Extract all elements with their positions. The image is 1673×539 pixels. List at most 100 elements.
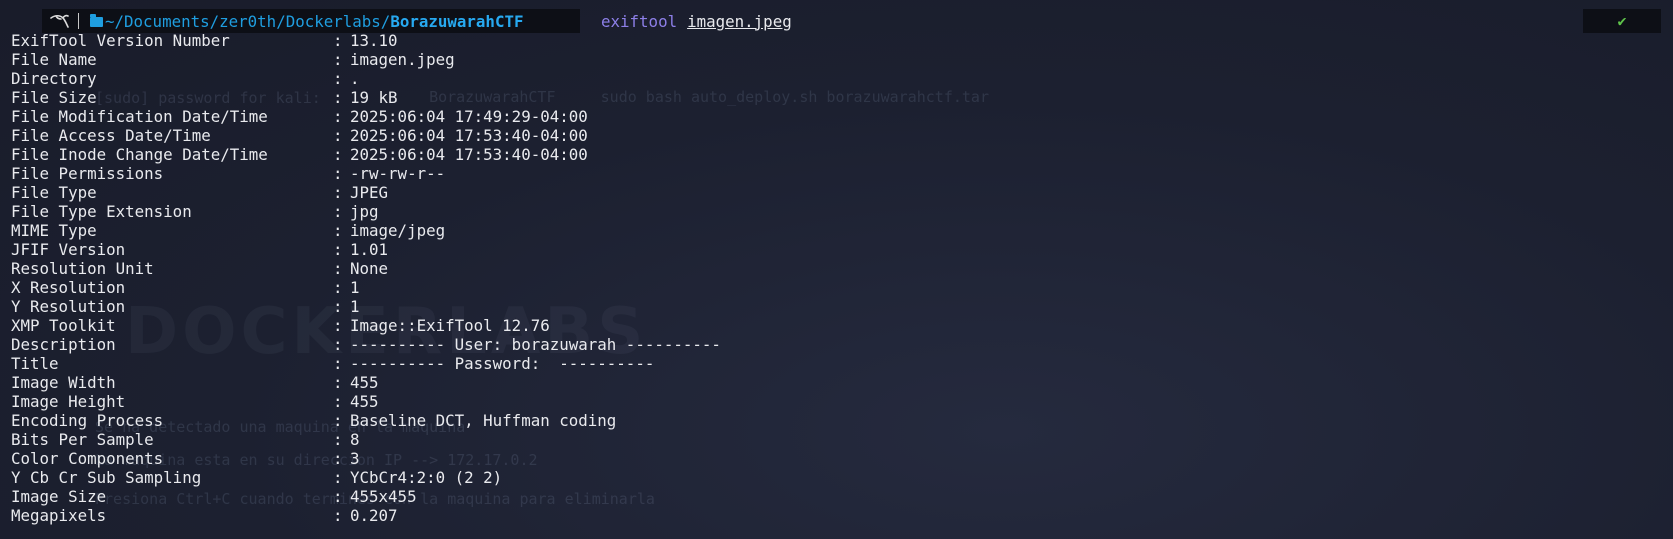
- command-name: exiftool: [601, 11, 678, 31]
- output-key: Y Cb Cr Sub Sampling: [11, 468, 202, 487]
- output-colon: :: [333, 316, 343, 335]
- output-row: Description: ---------- User: borazuwarah…: [11, 335, 721, 354]
- output-key: Image Size: [11, 487, 107, 506]
- output-colon: :: [333, 183, 343, 202]
- output-key: File Access Date/Time: [11, 126, 211, 145]
- command-line[interactable]: exiftool imagen.jpeg: [601, 9, 792, 33]
- output-row: File Size:19 kB: [11, 88, 721, 107]
- exit-status-segment: ✔: [1583, 9, 1661, 33]
- output-key: Resolution Unit: [11, 259, 154, 278]
- output-value: 1.01: [350, 240, 389, 259]
- output-key: Description: [11, 335, 116, 354]
- output-value: JPEG: [350, 183, 389, 202]
- output-row: File Modification Date/Time:2025:06:04 1…: [11, 107, 721, 126]
- command-argument[interactable]: imagen.jpeg: [687, 12, 792, 31]
- output-colon: :: [333, 487, 343, 506]
- output-colon: :: [333, 468, 343, 487]
- output-colon: :: [333, 69, 343, 88]
- output-colon: :: [333, 335, 343, 354]
- output-key: ExifTool Version Number: [11, 31, 230, 50]
- output-value: 13.10: [350, 31, 398, 50]
- output-value: image/jpeg: [350, 221, 446, 240]
- output-colon: :: [333, 297, 343, 316]
- output-value: ---------- Password: ----------: [350, 354, 655, 373]
- path-basename: BorazuwarahCTF: [390, 11, 524, 31]
- output-key: XMP Toolkit: [11, 316, 116, 335]
- output-colon: :: [333, 107, 343, 126]
- check-icon: ✔: [1617, 12, 1627, 30]
- output-key: Image Height: [11, 392, 126, 411]
- output-row: Megapixels:0.207: [11, 506, 721, 525]
- output-value: 455: [350, 392, 379, 411]
- output-key: Image Width: [11, 373, 116, 392]
- output-row: File Inode Change Date/Time:2025:06:04 1…: [11, 145, 721, 164]
- output-colon: :: [333, 240, 343, 259]
- output-key: File Type: [11, 183, 97, 202]
- output-key: Megapixels: [11, 506, 107, 525]
- output-colon: :: [333, 145, 343, 164]
- output-row: Image Height:455: [11, 392, 721, 411]
- output-row: ExifTool Version Number:13.10: [11, 31, 721, 50]
- output-colon: :: [333, 202, 343, 221]
- output-value: None: [350, 259, 389, 278]
- output-value: 1: [350, 278, 360, 297]
- output-key: File Modification Date/Time: [11, 107, 268, 126]
- output-value: Image::ExifTool 12.76: [350, 316, 550, 335]
- output-colon: :: [333, 449, 343, 468]
- output-key: Y Resolution: [11, 297, 126, 316]
- folder-open-icon: [90, 14, 103, 27]
- output-row: Bits Per Sample:8: [11, 430, 721, 449]
- output-value: 1: [350, 297, 360, 316]
- output-colon: :: [333, 259, 343, 278]
- output-row: MIME Type: image/jpeg: [11, 221, 721, 240]
- output-row: X Resolution:1: [11, 278, 721, 297]
- output-value: 455x455: [350, 487, 417, 506]
- output-colon: :: [333, 373, 343, 392]
- output-row: File Name: imagen.jpeg: [11, 50, 721, 69]
- output-key: Color Components: [11, 449, 164, 468]
- output-row: Encoding Process: Baseline DCT, Huffman c…: [11, 411, 721, 430]
- exiftool-output: ExifTool Version Number:13.10 File Name: i…: [11, 31, 721, 525]
- output-row: Y Cb Cr Sub Sampling: YCbCr4:2:0 (2 2): [11, 468, 721, 487]
- output-key: X Resolution: [11, 278, 126, 297]
- output-key: Bits Per Sample: [11, 430, 154, 449]
- output-row: Color Components:3: [11, 449, 721, 468]
- segment-separator: [78, 13, 79, 29]
- path-directory: ~/Documents/zer0th/Dockerlabs/: [105, 11, 391, 31]
- output-key: Directory: [11, 69, 97, 88]
- output-row: Directory:.: [11, 69, 721, 88]
- output-key: JFIF Version: [11, 240, 126, 259]
- output-colon: :: [333, 506, 343, 525]
- output-value: jpg: [350, 202, 379, 221]
- output-key: Encoding Process: [11, 411, 164, 430]
- output-value: 455: [350, 373, 379, 392]
- output-key: File Permissions: [11, 164, 164, 183]
- output-colon: :: [333, 164, 343, 183]
- output-row: File Type: JPEG: [11, 183, 721, 202]
- terminal-window: { "prompt": { "os_icon": "kali-dragon-ic…: [0, 0, 1673, 539]
- output-value: imagen.jpeg: [350, 50, 455, 69]
- output-key: File Inode Change Date/Time: [11, 145, 268, 164]
- output-key: Title: [11, 354, 59, 373]
- output-row: File Access Date/Time:2025:06:04 17:53:4…: [11, 126, 721, 145]
- output-colon: :: [333, 278, 343, 297]
- output-colon: :: [333, 411, 343, 430]
- output-value: YCbCr4:2:0 (2 2): [350, 468, 503, 487]
- output-value: 2025:06:04 17:53:40-04:00: [350, 126, 588, 145]
- output-value: 3: [350, 449, 360, 468]
- output-value: ---------- User: borazuwarah ----------: [350, 335, 721, 354]
- output-value: 2025:06:04 17:49:29-04:00: [350, 107, 588, 126]
- output-row: File Permissions: -rw-rw-r--: [11, 164, 721, 183]
- output-value: 2025:06:04 17:53:40-04:00: [350, 145, 588, 164]
- output-value: 8: [350, 430, 360, 449]
- output-row: File Type Extension: jpg: [11, 202, 721, 221]
- output-value: 0.207: [350, 506, 398, 525]
- output-colon: :: [333, 430, 343, 449]
- output-colon: :: [333, 126, 343, 145]
- output-row: XMP Toolkit: Image::ExifTool 12.76: [11, 316, 721, 335]
- output-key: File Name: [11, 50, 97, 69]
- output-colon: :: [333, 31, 343, 50]
- output-key: MIME Type: [11, 221, 97, 240]
- output-key: File Type Extension: [11, 202, 192, 221]
- output-colon: :: [333, 221, 343, 240]
